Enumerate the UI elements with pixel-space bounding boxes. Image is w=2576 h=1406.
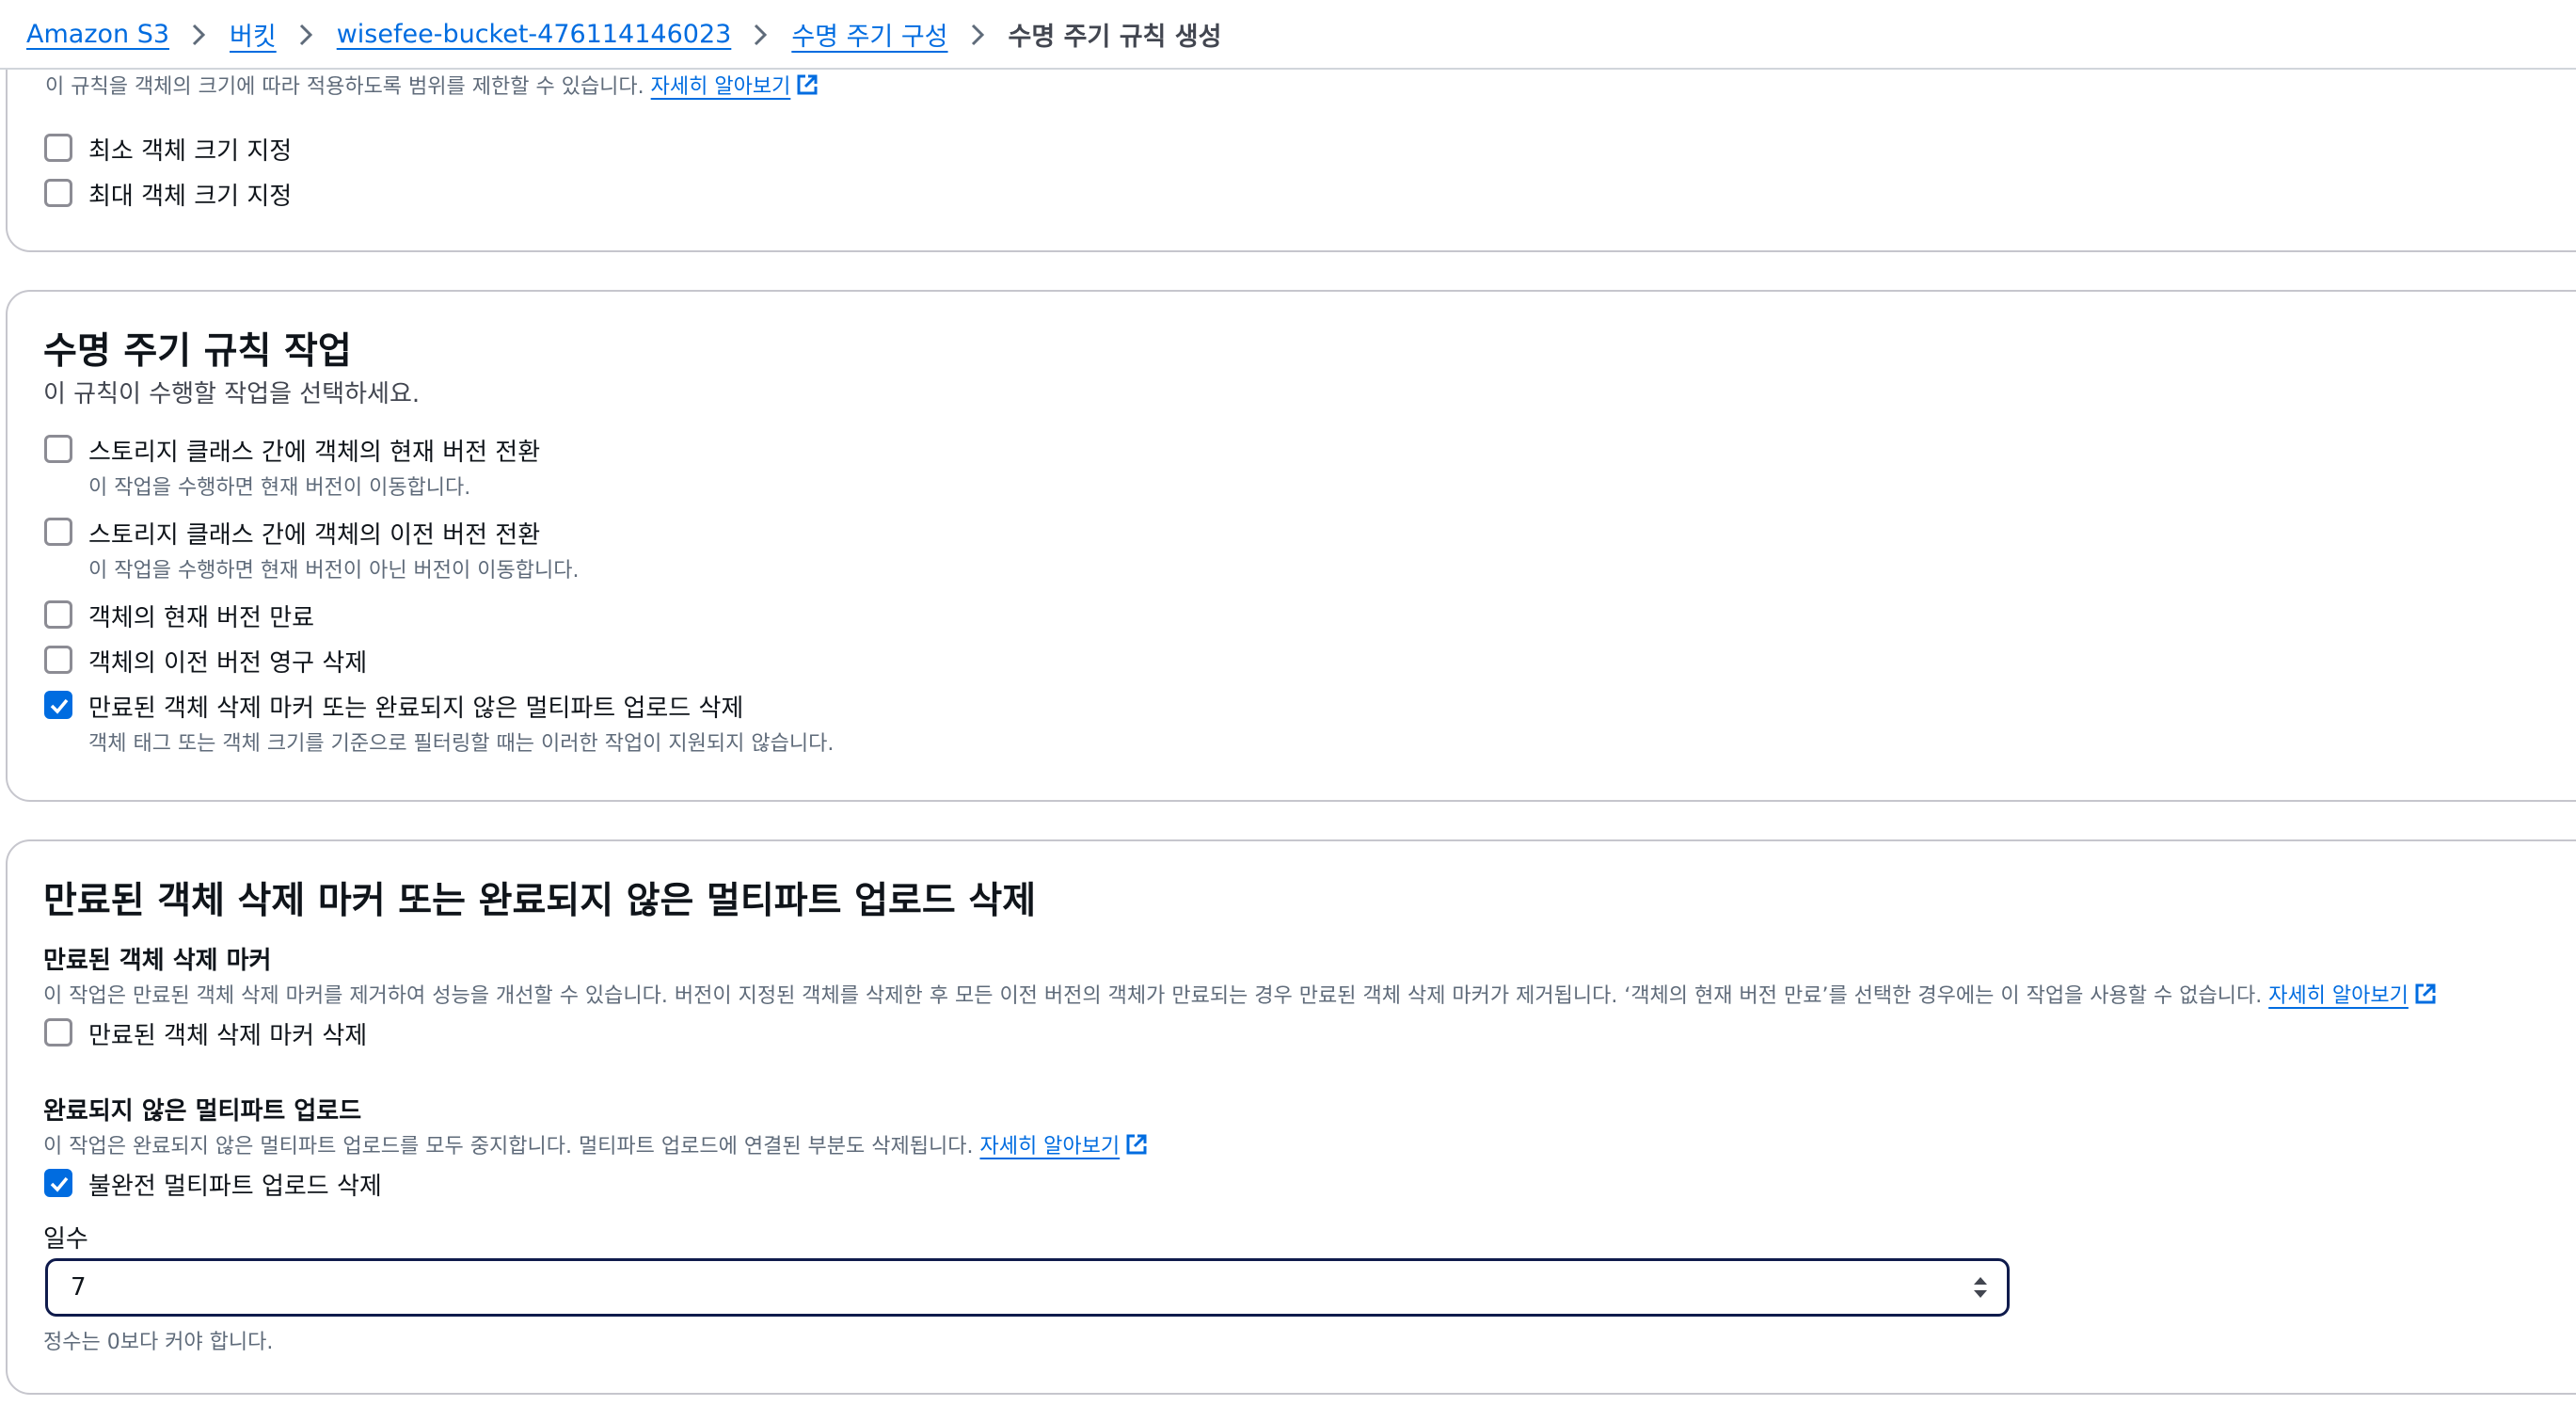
days-input[interactable]: 7 xyxy=(45,1258,2010,1317)
expired-markers-heading: 만료된 객체 삭제 마커 xyxy=(43,947,272,975)
days-label: 일수 xyxy=(43,1225,88,1254)
days-input-value: 7 xyxy=(71,1273,87,1302)
expire-current-label: 객체의 현재 버전 만료 xyxy=(88,604,315,632)
expire-current-checkbox[interactable] xyxy=(44,600,72,629)
expired-markers-description: 이 작업은 만료된 객체 삭제 마커를 제거하여 성능을 개선할 수 있습니다.… xyxy=(43,979,2439,1009)
size-filter-description-text: 이 규칙을 객체의 크기에 따라 적용하도록 범위를 제한할 수 있습니다. xyxy=(45,75,644,99)
delete-expired-markers-label: 만료된 객체 삭제 마커 삭제 xyxy=(88,1022,368,1050)
breadcrumb-bucket-name[interactable]: wisefee-bucket-476114146023 xyxy=(337,20,732,49)
checkmark-icon xyxy=(50,1176,69,1192)
breadcrumb-buckets[interactable]: 버킷 xyxy=(230,16,277,53)
min-size-label: 최소 객체 크기 지정 xyxy=(88,137,293,166)
external-link-icon xyxy=(1126,1134,1147,1155)
chevron-right-icon xyxy=(948,20,1009,48)
size-filter-description: 이 규칙을 객체의 크기에 따라 적용하도록 범위를 제한할 수 있습니다. 자… xyxy=(45,70,820,100)
incomplete-multipart-description: 이 작업은 완료되지 않은 멀티파트 업로드를 모두 중지합니다. 멀티파트 업… xyxy=(43,1129,1150,1159)
lifecycle-actions-title: 수명 주기 규칙 작업 xyxy=(43,330,352,373)
size-filter-learn-more-link[interactable]: 자세히 알아보기 xyxy=(651,75,791,99)
breadcrumb: Amazon S3 버킷 wisefee-bucket-476114146023… xyxy=(0,0,2576,70)
transition-current-checkbox[interactable] xyxy=(44,435,72,463)
expired-markers-description-text: 이 작업은 만료된 객체 삭제 마커를 제거하여 성능을 개선할 수 있습니다.… xyxy=(43,984,2263,1008)
breadcrumb-lifecycle-config[interactable]: 수명 주기 구성 xyxy=(791,16,947,53)
chevron-right-icon xyxy=(277,20,337,48)
delete-noncurrent-checkbox[interactable] xyxy=(44,646,72,674)
number-spinner-icon[interactable] xyxy=(1969,1272,1992,1302)
checkmark-icon xyxy=(50,698,69,714)
incomplete-multipart-heading: 완료되지 않은 멀티파트 업로드 xyxy=(43,1097,362,1126)
delete-noncurrent-label: 객체의 이전 버전 영구 삭제 xyxy=(88,649,368,678)
min-size-checkbox[interactable] xyxy=(44,134,72,162)
chevron-right-icon xyxy=(169,20,230,48)
learn-more-text: 자세히 알아보기 xyxy=(650,75,791,99)
delete-expired-markers-checkbox[interactable] xyxy=(44,1018,72,1047)
expired-markers-learn-more-link[interactable]: 자세히 알아보기 xyxy=(2268,984,2409,1008)
delete-incomplete-multipart-checkbox[interactable] xyxy=(44,1169,72,1197)
lifecycle-actions-description: 이 규칙이 수행할 작업을 선택하세요. xyxy=(43,380,421,408)
transition-noncurrent-hint: 이 작업을 수행하면 현재 버전이 아닌 버전이 이동합니다. xyxy=(88,559,580,583)
transition-current-hint: 이 작업을 수행하면 현재 버전이 이동합니다. xyxy=(88,476,471,500)
delete-markers-multipart-label: 만료된 객체 삭제 마커 또는 완료되지 않은 멀티파트 업로드 삭제 xyxy=(88,695,744,723)
delete-markers-multipart-checkbox[interactable] xyxy=(44,691,72,719)
breadcrumb-amazon-s3[interactable]: Amazon S3 xyxy=(26,20,169,49)
breadcrumb-current: 수명 주기 규칙 생성 xyxy=(1008,22,1222,52)
delete-markers-multipart-hint: 객체 태그 또는 객체 크기를 기준으로 필터링할 때는 이러한 작업이 지원되… xyxy=(88,732,835,756)
external-link-icon xyxy=(797,74,818,95)
days-hint: 정수는 0보다 커야 합니다. xyxy=(43,1331,274,1354)
external-link-icon xyxy=(2415,983,2436,1004)
chevron-right-icon xyxy=(731,20,791,48)
max-size-label: 최대 객체 크기 지정 xyxy=(88,183,293,211)
transition-noncurrent-label: 스토리지 클래스 간에 객체의 이전 버전 전환 xyxy=(88,521,541,550)
transition-current-label: 스토리지 클래스 간에 객체의 현재 버전 전환 xyxy=(88,439,541,467)
delete-section-title: 만료된 객체 삭제 마커 또는 완료되지 않은 멀티파트 업로드 삭제 xyxy=(43,880,1037,922)
incomplete-multipart-description-text: 이 작업은 완료되지 않은 멀티파트 업로드를 모두 중지합니다. 멀티파트 업… xyxy=(43,1135,974,1158)
learn-more-text: 자세히 알아보기 xyxy=(2268,984,2409,1008)
max-size-checkbox[interactable] xyxy=(44,179,72,207)
delete-incomplete-multipart-label: 불완전 멀티파트 업로드 삭제 xyxy=(88,1173,382,1201)
incomplete-multipart-learn-more-link[interactable]: 자세히 알아보기 xyxy=(979,1135,1120,1158)
learn-more-text: 자세히 알아보기 xyxy=(979,1135,1121,1158)
transition-noncurrent-checkbox[interactable] xyxy=(44,518,72,546)
